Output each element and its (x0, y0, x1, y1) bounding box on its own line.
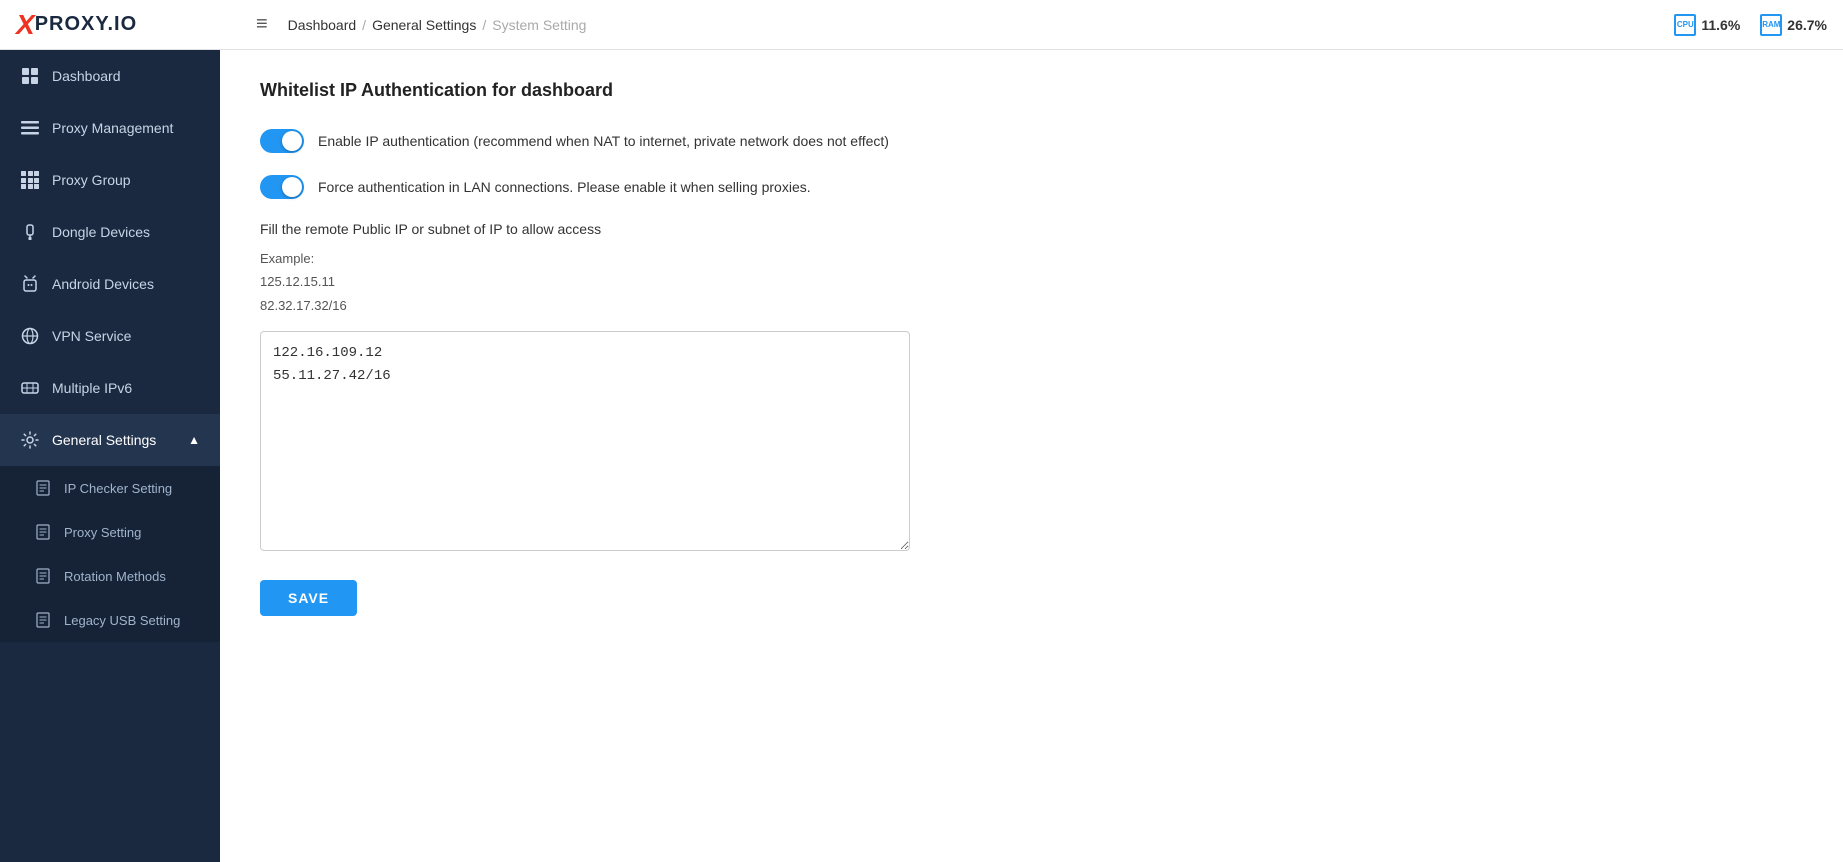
sidebar-item-dashboard[interactable]: Dashboard (0, 50, 220, 102)
android-icon (20, 274, 40, 294)
sidebar-item-proxy-management[interactable]: Proxy Management (0, 102, 220, 154)
save-button[interactable]: SAVE (260, 580, 357, 616)
dashboard-icon (20, 66, 40, 86)
sidebar-label-android-devices: Android Devices (52, 276, 154, 292)
example-block: Example: 125.12.15.1182.32.17.32/16 (260, 247, 1803, 317)
sidebar-item-dongle-devices[interactable]: Dongle Devices (0, 206, 220, 258)
sidebar-label-dongle-devices: Dongle Devices (52, 224, 150, 240)
breadcrumb-system-setting: System Setting (492, 17, 586, 33)
toggle-2-label: Force authentication in LAN connections.… (318, 179, 811, 195)
breadcrumb-sep-1: / (362, 17, 366, 33)
sidebar-label-general-settings: General Settings (52, 432, 156, 448)
header-right: CPU 11.6% RAM 26.7% (1674, 14, 1827, 36)
sidebar-sub-label-legacy-usb: Legacy USB Setting (64, 613, 180, 628)
sidebar-item-multiple-ipv6[interactable]: Multiple IPv6 (0, 362, 220, 414)
doc-icon-1 (36, 480, 52, 496)
sidebar-submenu: IP Checker Setting Proxy Setting Rotatio… (0, 466, 220, 642)
sidebar-label-vpn-service: VPN Service (52, 328, 131, 344)
ram-stat: RAM 26.7% (1760, 14, 1827, 36)
ram-icon: RAM (1760, 14, 1782, 36)
ip-whitelist-textarea[interactable]: 122.16.109.12 55.11.27.42/16 (260, 331, 910, 551)
logo-text: PROXY.IO (35, 13, 137, 36)
toggle-row-2: Force authentication in LAN connections.… (260, 175, 1803, 199)
doc-icon-2 (36, 524, 52, 540)
hamburger-icon[interactable]: ≡ (252, 9, 272, 40)
toggle-1[interactable] (260, 129, 304, 153)
cpu-icon: CPU (1674, 14, 1696, 36)
sidebar-sub-label-ip-checker: IP Checker Setting (64, 481, 172, 496)
settings-icon (20, 430, 40, 450)
top-header: X PROXY.IO ≡ Dashboard / General Setting… (0, 0, 1843, 50)
sidebar-label-proxy-group: Proxy Group (52, 172, 131, 188)
ipv6-icon (20, 378, 40, 398)
list-icon (20, 118, 40, 138)
main-content: Whitelist IP Authentication for dashboar… (220, 50, 1843, 862)
example-label: Example: (260, 251, 314, 266)
sidebar-label-proxy-management: Proxy Management (52, 120, 173, 136)
sidebar-item-proxy-group[interactable]: Proxy Group (0, 154, 220, 206)
sidebar-sub-label-rotation-methods: Rotation Methods (64, 569, 166, 584)
dongle-icon (20, 222, 40, 242)
sidebar-item-android-devices[interactable]: Android Devices (0, 258, 220, 310)
cpu-value: 11.6% (1701, 17, 1740, 33)
cpu-stat: CPU 11.6% (1674, 14, 1740, 36)
breadcrumb-general-settings[interactable]: General Settings (372, 17, 476, 33)
sidebar-sub-ip-checker[interactable]: IP Checker Setting (0, 466, 220, 510)
sidebar: Dashboard Proxy Management Proxy Group D… (0, 50, 220, 862)
breadcrumb-sep-2: / (482, 17, 486, 33)
apps-icon (20, 170, 40, 190)
sidebar-item-vpn-service[interactable]: VPN Service (0, 310, 220, 362)
sidebar-item-general-settings[interactable]: General Settings ▲ (0, 414, 220, 466)
sidebar-sub-label-proxy-setting: Proxy Setting (64, 525, 141, 540)
chevron-up-icon: ▲ (188, 433, 200, 447)
breadcrumb-dashboard[interactable]: Dashboard (288, 17, 357, 33)
main-layout: Dashboard Proxy Management Proxy Group D… (0, 50, 1843, 862)
doc-icon-3 (36, 568, 52, 584)
sidebar-sub-legacy-usb-setting[interactable]: Legacy USB Setting (0, 598, 220, 642)
breadcrumb: Dashboard / General Settings / System Se… (288, 17, 587, 33)
sidebar-sub-proxy-setting[interactable]: Proxy Setting (0, 510, 220, 554)
sidebar-label-multiple-ipv6: Multiple IPv6 (52, 380, 132, 396)
logo-x: X (16, 9, 35, 41)
section-title: Whitelist IP Authentication for dashboar… (260, 80, 1803, 101)
sidebar-sub-rotation-methods[interactable]: Rotation Methods (0, 554, 220, 598)
ram-value: 26.7% (1787, 17, 1827, 33)
toggle-2[interactable] (260, 175, 304, 199)
logo: X PROXY.IO (16, 9, 236, 41)
sidebar-label-dashboard: Dashboard (52, 68, 121, 84)
toggle-row-1: Enable IP authentication (recommend when… (260, 129, 1803, 153)
example-ips: 125.12.15.1182.32.17.32/16 (260, 274, 347, 312)
toggle-1-label: Enable IP authentication (recommend when… (318, 133, 889, 149)
fill-label: Fill the remote Public IP or subnet of I… (260, 221, 1803, 237)
doc-icon-4 (36, 612, 52, 628)
header-left: X PROXY.IO ≡ Dashboard / General Setting… (16, 9, 586, 41)
vpn-icon (20, 326, 40, 346)
